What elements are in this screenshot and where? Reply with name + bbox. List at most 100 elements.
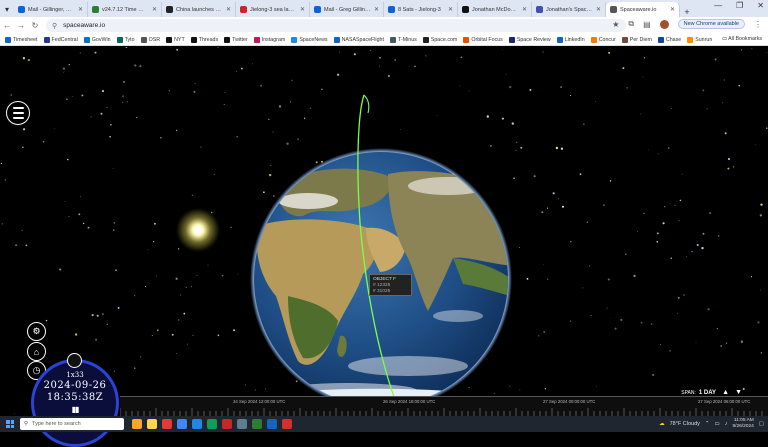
taskbar-app-icon[interactable] (222, 419, 232, 429)
bookmark-item[interactable]: Space.com (422, 36, 457, 43)
profile-avatar[interactable] (659, 19, 669, 29)
star (192, 334, 194, 336)
reload-button[interactable]: ↻ (28, 21, 42, 30)
network-icon[interactable]: ▭ (715, 421, 720, 427)
url-field[interactable]: ⚲ spaceaware.io (46, 19, 626, 32)
star (21, 229, 23, 232)
taskbar-clock[interactable]: 11:05 AM 9/26/2024 (732, 418, 753, 429)
bookmark-item[interactable]: GovWin (83, 36, 111, 43)
browser-tab[interactable]: 8 Sats - Jielong-3 ✕ (384, 2, 458, 17)
star (640, 321, 643, 324)
tab-search-button[interactable]: ▾ (0, 2, 14, 17)
star (683, 294, 685, 296)
star (543, 263, 545, 265)
bookmark-item[interactable]: Orbital Focus (463, 36, 503, 43)
taskbar-app-icon[interactable] (147, 419, 157, 429)
site-info-icon[interactable]: ⚲ (52, 22, 57, 30)
forward-button[interactable]: → (14, 21, 28, 30)
tab-close-icon[interactable]: ✕ (78, 6, 83, 13)
bookmark-item[interactable]: Per Diem (621, 36, 652, 43)
bookmark-item[interactable]: Concur (590, 36, 616, 43)
bookmark-item[interactable]: OSR (140, 36, 160, 43)
zoom-up-arrow-icon[interactable]: ▲ (722, 389, 729, 396)
bookmark-item[interactable]: NASASpaceFlight (333, 36, 384, 43)
tab-close-icon[interactable]: ✕ (596, 6, 601, 13)
bookmark-item[interactable]: Twitter (224, 36, 248, 43)
bookmark-item[interactable]: Space Review (508, 36, 551, 43)
bookmark-label: Concur (598, 36, 616, 43)
minimize-button[interactable]: — (714, 1, 722, 10)
star (609, 180, 612, 182)
taskbar-app-icon[interactable] (192, 419, 202, 429)
globe-viewport[interactable]: OBJECT F # 12325 # 31025 ⚙ ⌂ ◷ SPAN: 1 D… (0, 47, 768, 416)
zoom-down-arrow-icon[interactable]: ▼ (735, 389, 742, 396)
bookmark-item[interactable]: Chase (657, 36, 681, 43)
star (156, 329, 159, 332)
bookmark-item[interactable]: T-Minus (389, 36, 417, 43)
extensions-icon[interactable]: ⧉ (628, 19, 634, 29)
bookmark-item[interactable]: Sunrun (687, 36, 712, 43)
browser-tab[interactable]: China launches 10 s ✕ (162, 2, 236, 17)
all-bookmarks-button[interactable]: ▭ All Bookmarks (722, 36, 762, 42)
taskbar-app-icon[interactable] (132, 419, 142, 429)
bookmark-star-icon[interactable]: ★ (612, 20, 619, 29)
taskbar-search[interactable]: ⚲ Type here to search (20, 418, 124, 430)
bookmark-item[interactable]: Instagram (253, 36, 285, 43)
star (369, 49, 371, 51)
taskbar-app-icon[interactable] (282, 419, 292, 429)
star (186, 343, 188, 345)
side-panel-icon[interactable]: ▤ (643, 20, 651, 29)
volume-icon[interactable]: ♪ (725, 421, 728, 427)
bookmark-item[interactable]: LinkedIn (556, 36, 585, 43)
browser-tab[interactable]: Jonathan McDowell ✕ (458, 2, 532, 17)
clock-knob[interactable] (67, 353, 82, 368)
bookmark-item[interactable]: FedCentral (43, 36, 78, 43)
new-tab-button[interactable]: + (680, 7, 694, 17)
star (518, 247, 521, 249)
bookmark-item[interactable]: Tyto (116, 36, 135, 43)
tray-overflow-icon[interactable]: ⌃ (705, 421, 710, 427)
orbit-line-back (363, 94, 370, 114)
taskbar-app-icon[interactable] (237, 419, 247, 429)
home-button[interactable]: ⌂ (27, 342, 46, 361)
star (766, 51, 768, 53)
timeline[interactable]: 24 Sep 2024 12:00:00 UTC 26 Sep 2024 18:… (120, 396, 768, 417)
new-chrome-available-button[interactable]: New Chrome available (677, 19, 745, 29)
browser-tab[interactable]: Jielong-3 sea launch ✕ (236, 2, 310, 17)
star (78, 213, 81, 216)
browser-tab[interactable]: Mail - Greg Gillinger ✕ (310, 2, 384, 17)
tab-close-icon[interactable]: ✕ (670, 6, 675, 13)
browser-tab[interactable]: Jonathan's Space Re ✕ (532, 2, 606, 17)
settings-button[interactable]: ⚙ (27, 322, 46, 341)
pause-button[interactable]: ▮▮ (34, 405, 116, 414)
bookmark-item[interactable]: Threads (190, 36, 218, 43)
tab-close-icon[interactable]: ✕ (226, 6, 231, 13)
tab-close-icon[interactable]: ✕ (300, 6, 305, 13)
taskbar-app-icon[interactable] (162, 419, 172, 429)
taskbar-app-icon[interactable] (252, 419, 262, 429)
browser-tab[interactable]: Mail - Gillinger, Greg ✕ (14, 2, 88, 17)
orbit-track[interactable] (340, 93, 420, 416)
bookmark-item[interactable]: Timesheet (5, 36, 38, 43)
browser-tab[interactable]: v24.7.12 Time — Tim ✕ (88, 2, 162, 17)
bookmark-item[interactable]: NYT (166, 36, 185, 43)
close-window-button[interactable]: ✕ (757, 1, 764, 10)
taskbar-app-icon[interactable] (267, 419, 277, 429)
taskbar-app-icon[interactable] (207, 419, 217, 429)
tab-close-icon[interactable]: ✕ (374, 6, 379, 13)
restore-button[interactable]: ❐ (736, 1, 743, 10)
menu-button[interactable] (6, 101, 30, 125)
start-button[interactable] (0, 420, 20, 428)
bookmark-item[interactable]: SpaceNews (291, 36, 328, 43)
chrome-menu-icon[interactable]: ⋮ (754, 20, 762, 29)
notifications-icon[interactable]: ▢ (759, 421, 764, 427)
tab-close-icon[interactable]: ✕ (522, 6, 527, 13)
browser-tab[interactable]: Spaceaware.io ✕ (606, 2, 680, 17)
sim-clock[interactable]: 1x33 2024-09-26 18:35:38Z ▮▮ (31, 359, 119, 447)
tab-close-icon[interactable]: ✕ (448, 6, 453, 13)
taskbar-app-icon[interactable] (177, 419, 187, 429)
taskbar-search-placeholder: Type here to search (32, 421, 81, 427)
tab-close-icon[interactable]: ✕ (152, 6, 157, 13)
weather-text[interactable]: 78°F Cloudy (670, 421, 700, 427)
back-button[interactable]: ← (0, 21, 14, 30)
